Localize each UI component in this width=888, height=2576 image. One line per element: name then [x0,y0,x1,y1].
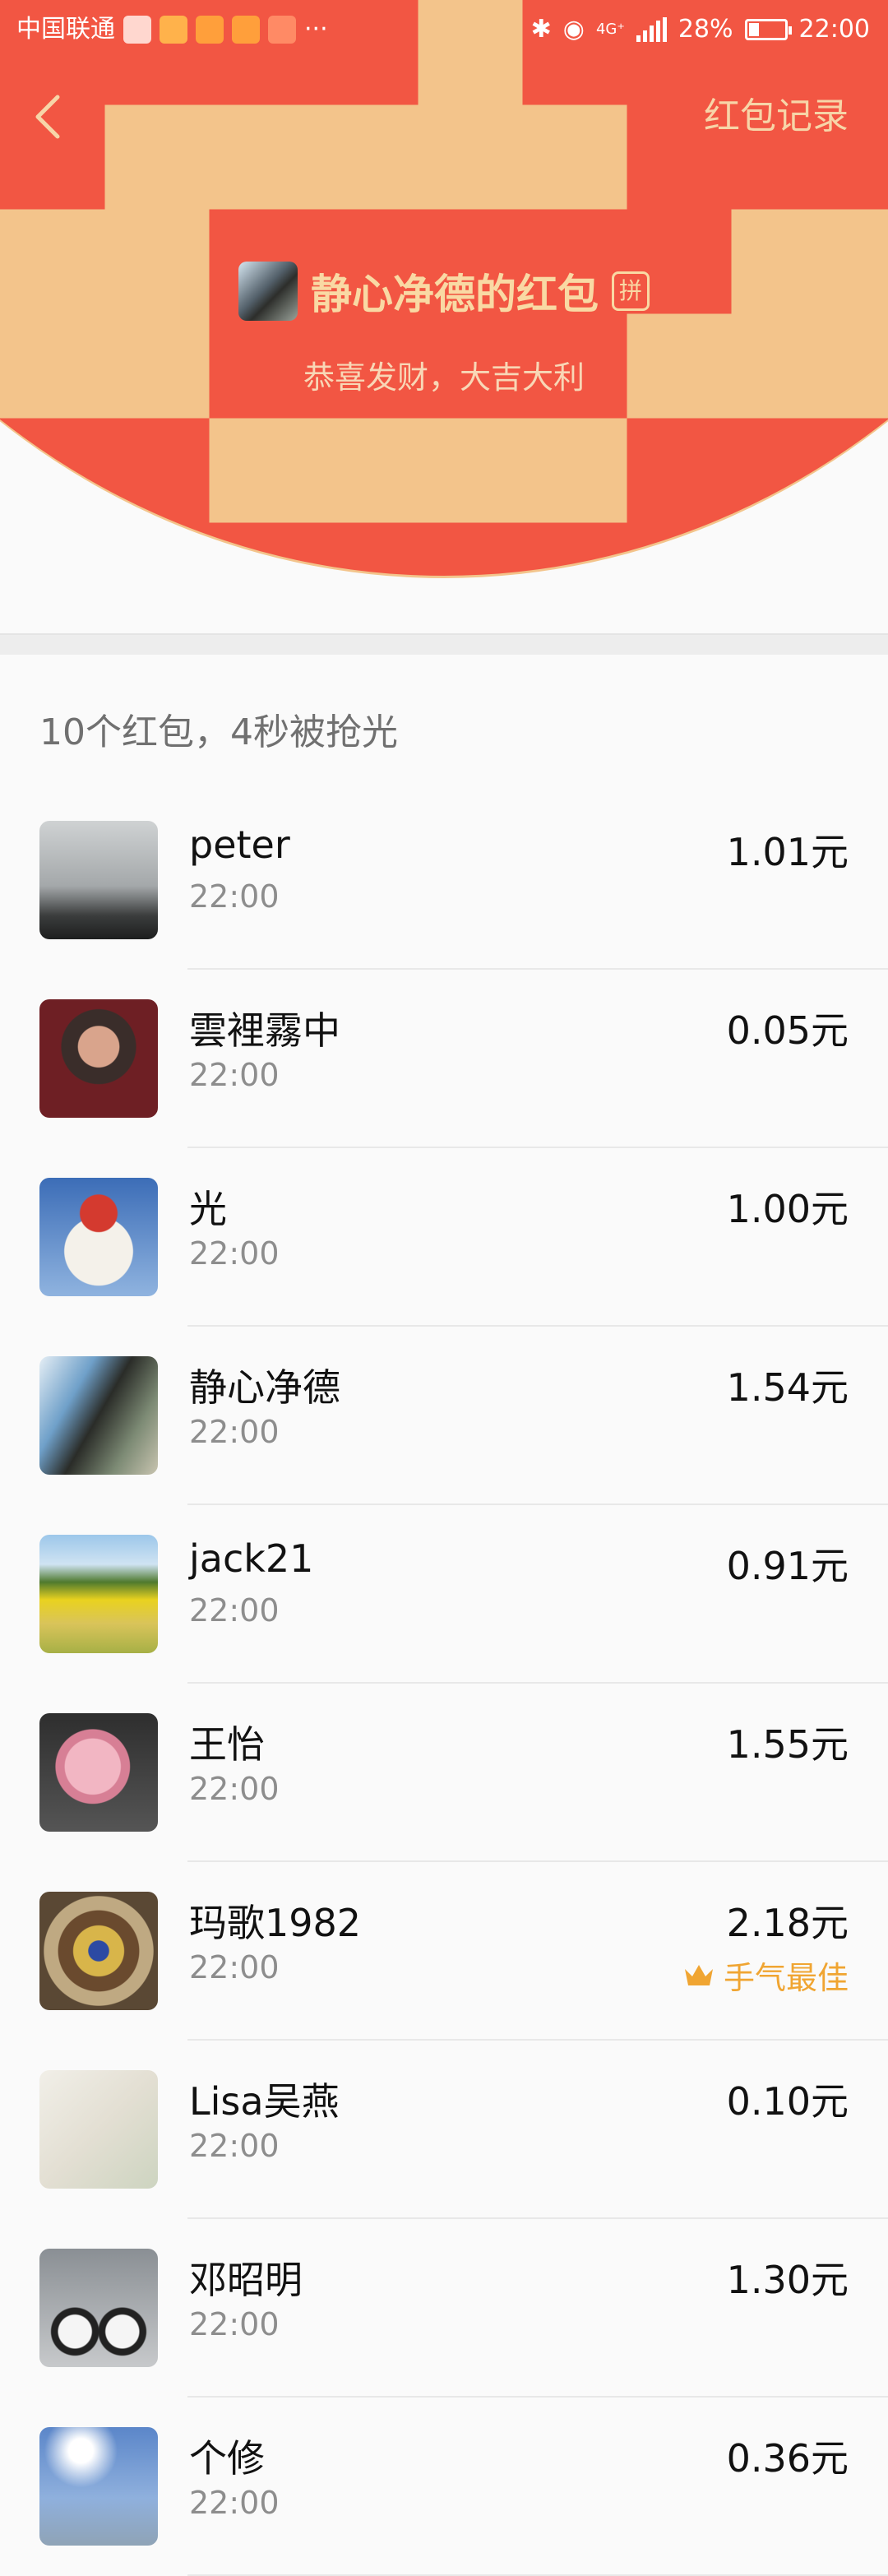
battery-percent: 28% [678,15,733,44]
grab-time: 22:00 [189,1592,280,1629]
grab-amount: 1.30元 [726,2258,849,2302]
recipient-name: Lisa吴燕 [189,2079,340,2124]
title-row: 静心净德的红包 拼 [0,262,888,321]
notification-icon [123,16,151,44]
grab-amount: 1.55元 [726,1722,849,1767]
avatar [39,821,158,939]
grab-time: 22:00 [189,878,280,915]
red-packet-record-link[interactable]: 红包记录 [704,92,849,141]
sender-avatar [238,262,298,321]
grab-amount: 0.05元 [726,1008,849,1053]
grab-time: 22:00 [189,2306,280,2342]
carrier-label: 中国联通 [16,15,115,44]
avatar [39,1713,158,1832]
avatar [39,1356,158,1475]
avatar [39,1178,158,1296]
recipient-name: 个修 [189,2436,265,2481]
list-item[interactable]: 个修 22:00 0.36元 [0,2398,888,2576]
best-luck-badge: 手气最佳 [682,1953,849,1998]
avatar [39,1892,158,2010]
list-item[interactable]: jack21 22:00 0.91元 [0,1505,888,1684]
pin-badge: 拼 [611,271,650,311]
recipient-name: peter [189,822,290,867]
app-notification-icon [160,16,187,44]
best-luck-label: 手气最佳 [723,1960,849,1996]
grab-time: 22:00 [189,1414,280,1450]
section-divider [0,633,888,656]
recipient-name: 王怡 [189,1722,265,1767]
recipient-name: 邓昭明 [189,2258,303,2302]
signal-icon [636,17,667,42]
avatar [39,1535,158,1653]
grab-time: 22:00 [189,1771,280,1807]
grab-amount: 1.01元 [726,830,849,874]
grab-amount: 0.10元 [726,2079,849,2124]
list-item[interactable]: 王怡 22:00 1.55元 [0,1684,888,1862]
list-item[interactable]: 玛歌1982 22:00 2.18元 手气最佳 [0,1862,888,2041]
taobao-icon [196,16,224,44]
list-item[interactable]: peter 22:00 1.01元 [0,791,888,970]
recipient-name: 玛歌1982 [189,1901,362,1945]
status-bar: 中国联通 ··· ✱ ◉ 4G⁺ 28% 22:00 [0,0,888,59]
status-left: 中国联通 ··· [16,0,328,59]
grab-amount: 1.00元 [726,1187,849,1231]
more-notifications: ··· [304,15,328,44]
grab-time: 22:00 [189,2485,280,2521]
summary-text: 10个红包，4秒被抢光 [39,711,398,753]
avatar [39,2427,158,2546]
app-notification-icon [268,16,296,44]
grab-amount: 2.18元 [726,1901,849,1945]
clock: 22:00 [798,15,870,44]
list-item[interactable]: 静心净德 22:00 1.54元 [0,1327,888,1505]
list-item[interactable]: 雲裡霧中 22:00 0.05元 [0,970,888,1148]
battery-icon [744,19,792,40]
crown-icon [684,1964,713,1985]
grab-amount: 0.36元 [726,2436,849,2481]
eye-icon: ◉ [562,15,585,44]
recipient-name: 光 [189,1187,227,1231]
recipient-name: jack21 [189,1536,314,1581]
grab-amount: 0.91元 [726,1544,849,1588]
packet-summary: 10个红包，4秒被抢光 [0,655,888,793]
grab-time: 22:00 [189,1235,280,1272]
recipient-name: 雲裡霧中 [189,1008,340,1053]
back-arrow-icon[interactable] [31,92,64,141]
avatar [39,999,158,1118]
list-item[interactable]: 邓昭明 22:00 1.30元 [0,2219,888,2398]
taobao-icon [232,16,260,44]
grab-amount: 1.54元 [726,1365,849,1410]
grab-time: 22:00 [189,1057,280,1093]
recipient-name: 静心净德 [189,1365,340,1410]
packet-greeting: 恭喜发财，大吉大利 [303,359,585,396]
avatar [39,2070,158,2189]
status-right: ✱ ◉ 4G⁺ 28% 22:00 [531,0,870,59]
list-item[interactable]: Lisa吴燕 22:00 0.10元 [0,2041,888,2219]
bluetooth-icon: ✱ [530,15,552,44]
packet-title: 静心净德的红包 [310,271,599,318]
grab-time: 22:00 [189,2128,280,2164]
avatar [39,2249,158,2367]
list-item[interactable]: 光 22:00 1.00元 [0,1148,888,1327]
network-type: 4G⁺ [595,21,625,38]
recipient-list: peter 22:00 1.01元 雲裡霧中 22:00 0.05元 光 22:… [0,791,888,2576]
red-packet-header: 中国联通 ··· ✱ ◉ 4G⁺ 28% 22:00 红包记录 静心净德的红包 … [0,0,888,642]
grab-time: 22:00 [189,1949,280,1985]
